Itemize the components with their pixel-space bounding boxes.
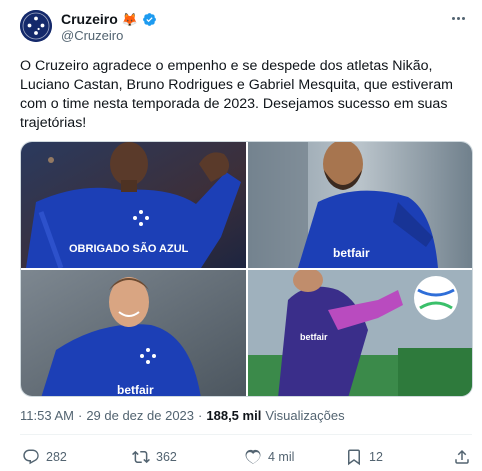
heart-icon: [244, 448, 262, 466]
bookmark-button[interactable]: 12: [345, 447, 383, 467]
retweet-button[interactable]: 362: [132, 447, 177, 467]
retweet-count: 362: [156, 450, 177, 464]
photo-1-sponsor-text: OBRIGADO SÃO AZUL: [69, 242, 189, 255]
cruzeiro-crest-icon[interactable]: [20, 10, 52, 42]
bookmark-icon: [345, 448, 363, 466]
reply-icon: [22, 448, 40, 466]
more-options-icon[interactable]: [448, 10, 468, 26]
photo-2-sponsor-text: betfair: [333, 246, 370, 260]
share-button[interactable]: [453, 447, 471, 467]
author-display-name[interactable]: Cruzeiro: [61, 11, 118, 27]
reply-count: 282: [46, 450, 67, 464]
reply-button[interactable]: 282: [22, 447, 67, 467]
bookmark-count: 12: [369, 450, 383, 464]
photo-4-sponsor-text: betfair: [300, 332, 328, 342]
photo-player-2[interactable]: betfair: [248, 142, 472, 268]
like-button[interactable]: 4 mil: [244, 447, 294, 467]
tweet-text: O Cruzeiro agradece o empenho e se despe…: [20, 58, 453, 131]
photo-3-sponsor-text: betfair: [117, 383, 154, 397]
photo-player-3[interactable]: betfair: [21, 270, 246, 397]
tweet-meta: 11:53 AM · 29 de dez de 2023 · 188,5 mil…: [20, 408, 345, 423]
divider: [20, 434, 472, 435]
fox-emoji: 🦊: [121, 11, 138, 27]
tweet-date[interactable]: 29 de dez de 2023: [86, 408, 194, 423]
action-bar: 282 362 4 mil 12: [20, 447, 472, 467]
photo-player-4[interactable]: betfair: [248, 270, 472, 396]
share-icon: [453, 448, 471, 466]
retweet-icon: [132, 448, 150, 466]
author-name-row: Cruzeiro 🦊: [61, 10, 157, 28]
tweet-time[interactable]: 11:53 AM: [20, 408, 74, 423]
like-count: 4 mil: [268, 450, 295, 464]
meta-separator-2: ·: [198, 408, 203, 423]
views-label: Visualizações: [265, 408, 345, 423]
meta-separator: ·: [77, 408, 83, 423]
verified-badge-icon: [142, 12, 157, 27]
tweet-card: Cruzeiro 🦊 @Cruzeiro O Cruzeiro agradece…: [0, 0, 482, 471]
author-handle[interactable]: @Cruzeiro: [61, 28, 123, 43]
media-grid: OBRIGADO SÃO AZUL betfair betfair betfai…: [20, 141, 473, 397]
photo-player-1[interactable]: OBRIGADO SÃO AZUL: [21, 142, 246, 268]
views-count: 188,5 mil: [206, 408, 262, 423]
